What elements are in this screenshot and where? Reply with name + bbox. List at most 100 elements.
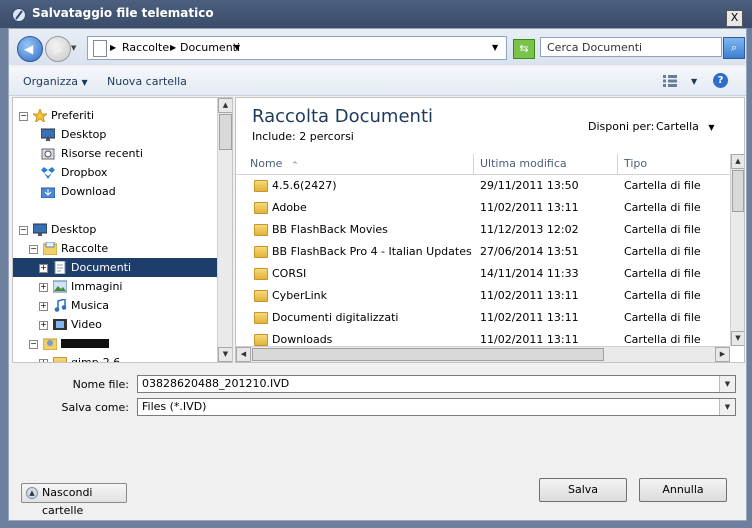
title-bar[interactable]: Salvataggio file telematico X xyxy=(0,0,752,28)
collapse-icon[interactable]: − xyxy=(29,245,38,254)
file-row[interactable]: Documenti digitalizzati 11/02/2011 13:11 C… xyxy=(236,307,730,329)
savetype-value: Files (*.IVD) xyxy=(142,400,207,413)
chevron-down-icon[interactable]: ▼ xyxy=(719,376,735,392)
file-modified: 11/12/2013 12:02 xyxy=(480,223,579,236)
column-header: Nome ^ Ultima modifica Tipo xyxy=(236,154,730,175)
help-icon[interactable]: ? xyxy=(713,73,728,88)
organize-menu[interactable]: Organizza ▼ xyxy=(23,75,88,88)
back-button[interactable]: ◀ xyxy=(17,36,43,62)
file-name: BB FlashBack Pro 4 - Italian Updates xyxy=(272,245,472,258)
tree-item-download[interactable]: Download xyxy=(13,182,217,201)
scroll-down-icon[interactable]: ▼ xyxy=(218,347,232,362)
star-icon xyxy=(33,109,47,122)
search-input[interactable]: Cerca Documenti xyxy=(540,37,722,57)
file-row[interactable]: CyberLink 11/02/2011 13:11 Cartella di fil… xyxy=(236,285,730,307)
search-button[interactable]: ⌕ xyxy=(723,37,745,59)
folder-icon xyxy=(53,357,67,362)
search-icon: ⌕ xyxy=(730,41,738,54)
forward-button[interactable]: ▶ xyxy=(45,36,71,62)
scroll-down-icon[interactable]: ▼ xyxy=(731,331,744,346)
view-options-icon[interactable] xyxy=(663,75,677,87)
navigation-tree[interactable]: − Preferiti Desktop Risorse recenti Drop… xyxy=(12,97,233,363)
navigation-bar: ◀ ▶ ▼ ▶ Raccolte ▶ Documenti ▼ ▼ ⇆ Cerca… xyxy=(9,29,746,65)
view-dropdown[interactable]: ▼ xyxy=(691,77,697,86)
library-includes[interactable]: Include: 2 percorsi xyxy=(252,130,354,143)
file-modified: 11/02/2011 13:11 xyxy=(480,311,579,324)
save-button[interactable]: Salva xyxy=(539,478,627,502)
savetype-select[interactable]: Files (*.IVD) ▼ xyxy=(137,398,736,416)
chevron-down-icon[interactable]: ▼ xyxy=(719,399,735,415)
tree-item-desktop[interactable]: − Desktop xyxy=(13,220,217,239)
tree-label: Raccolte xyxy=(61,242,109,255)
file-row[interactable]: BB FlashBack Pro 4 - Italian Updates 27/0… xyxy=(236,241,730,263)
redacted-username xyxy=(61,339,109,348)
music-icon xyxy=(54,299,67,312)
tree-item-video[interactable]: + Video xyxy=(13,315,217,334)
tree-item-libraries[interactable]: − Raccolte xyxy=(13,239,217,258)
scroll-left-icon[interactable]: ◀ xyxy=(236,347,251,362)
tree-item-dropbox[interactable]: Dropbox xyxy=(13,163,217,182)
file-name: Adobe xyxy=(272,201,307,214)
tree-item-gimp[interactable]: + gimp-2.6 xyxy=(13,353,217,362)
file-horizontal-scrollbar[interactable]: ◀ ▶ xyxy=(236,346,730,362)
filename-field[interactable]: 03828620488_201210.IVD ▼ xyxy=(137,375,736,393)
arrange-by-dropdown[interactable]: Cartella ▼ xyxy=(656,120,715,133)
hide-folders-button[interactable]: ▲ Nascondi cartelle xyxy=(21,483,127,517)
close-button[interactable]: X xyxy=(726,10,743,27)
address-bar[interactable]: ▶ Raccolte ▶ Documenti ▼ ▼ xyxy=(87,36,507,60)
cancel-button[interactable]: Annulla xyxy=(639,478,727,502)
breadcrumb-separator-icon[interactable]: ▶ xyxy=(170,43,176,52)
scroll-up-icon[interactable]: ▲ xyxy=(731,154,744,169)
file-row[interactable]: Adobe 11/02/2011 13:11 Cartella di file xyxy=(236,197,730,219)
column-type[interactable]: Tipo xyxy=(618,154,730,174)
file-row[interactable]: BB FlashBack Movies 11/12/2013 12:02 Carte… xyxy=(236,219,730,241)
tree-item-favorites[interactable]: − Preferiti xyxy=(13,106,217,125)
file-vertical-scrollbar[interactable]: ▲ ▼ xyxy=(730,154,744,346)
filename-value: 03828620488_201210.IVD xyxy=(142,377,290,390)
breadcrumb-raccolte[interactable]: Raccolte xyxy=(122,41,169,54)
organize-label: Organizza xyxy=(23,75,79,88)
address-history-dropdown[interactable]: ▼ xyxy=(492,43,498,52)
file-row[interactable]: CORSI 14/11/2014 11:33 Cartella di file xyxy=(236,263,730,285)
collapse-icon[interactable]: − xyxy=(19,112,28,121)
pictures-icon xyxy=(53,280,67,293)
breadcrumb-separator-icon[interactable]: ▶ xyxy=(110,43,116,52)
tree-item-desktop-fav[interactable]: Desktop xyxy=(13,125,217,144)
tree-item-user[interactable]: − xyxy=(13,334,217,353)
scroll-right-icon[interactable]: ▶ xyxy=(715,347,730,362)
column-modified[interactable]: Ultima modifica xyxy=(474,154,618,174)
breadcrumb-separator-icon[interactable]: ▼ xyxy=(234,43,240,52)
tree-item-musica[interactable]: + Musica xyxy=(13,296,217,315)
file-modified: 29/11/2011 13:50 xyxy=(480,179,579,192)
tree-vertical-scrollbar[interactable]: ▲ ▼ xyxy=(217,98,232,362)
breadcrumb-documenti[interactable]: Documenti xyxy=(180,41,240,54)
file-row[interactable]: 4.5.6(2427) 29/11/2011 13:50 Cartella di f… xyxy=(236,175,730,197)
expand-icon[interactable]: + xyxy=(39,321,48,330)
scroll-thumb[interactable] xyxy=(252,348,604,361)
column-name[interactable]: Nome ^ xyxy=(236,154,474,174)
folder-icon xyxy=(254,290,268,302)
tree-item-documenti[interactable]: + Documenti xyxy=(13,258,217,277)
recent-pages-dropdown[interactable]: ▼ xyxy=(71,44,76,52)
library-icon xyxy=(93,40,107,57)
expand-icon[interactable]: + xyxy=(39,302,48,311)
scroll-thumb[interactable] xyxy=(732,170,744,212)
expand-icon[interactable]: + xyxy=(39,283,48,292)
folder-icon xyxy=(254,202,268,214)
collapse-icon[interactable]: − xyxy=(19,226,28,235)
file-type: Cartella di file xyxy=(624,245,701,258)
refresh-button[interactable]: ⇆ xyxy=(513,39,535,59)
savetype-label: Salva come: xyxy=(61,401,130,414)
new-folder-button[interactable]: Nuova cartella xyxy=(107,75,187,88)
hide-folders-label: Nascondi cartelle xyxy=(42,486,93,517)
arrow-left-icon: ◀ xyxy=(24,42,34,56)
expand-icon[interactable]: + xyxy=(39,359,48,362)
scroll-thumb[interactable] xyxy=(219,114,232,150)
tree-item-recent[interactable]: Risorse recenti xyxy=(13,144,217,163)
tree-label: Desktop xyxy=(51,223,97,236)
collapse-icon[interactable]: − xyxy=(29,340,38,349)
file-type: Cartella di file xyxy=(624,223,701,236)
scroll-up-icon[interactable]: ▲ xyxy=(218,98,232,113)
tree-item-immagini[interactable]: + Immagini xyxy=(13,277,217,296)
expand-icon[interactable]: + xyxy=(39,264,48,273)
